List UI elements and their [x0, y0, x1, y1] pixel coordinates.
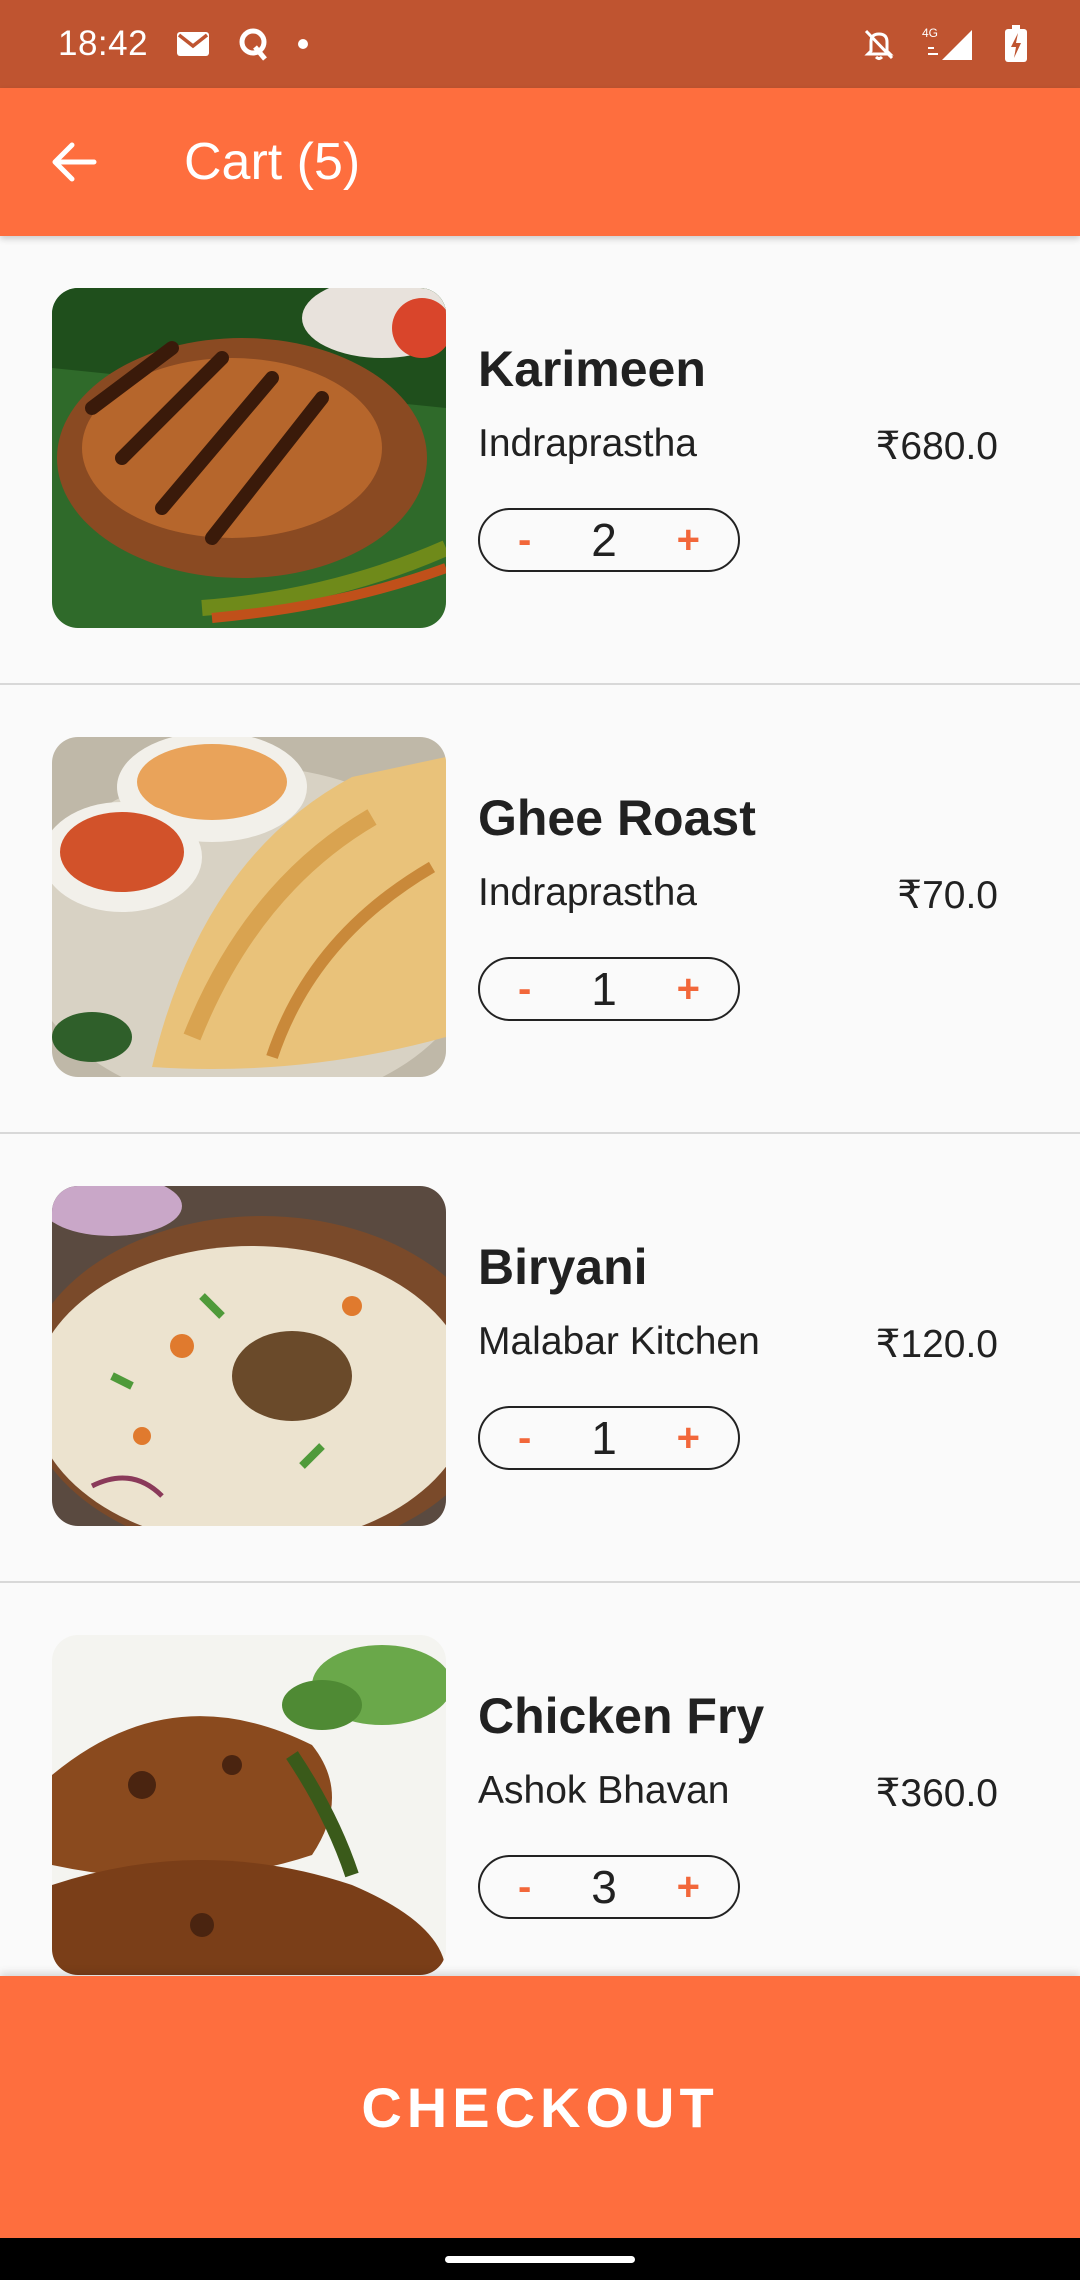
chicken-fry-image — [52, 1635, 446, 1975]
biryani-image — [52, 1186, 446, 1526]
gmail-icon — [176, 31, 210, 57]
cart-item[interactable]: Karimeen Indraprastha ₹680.0 - 2 + — [0, 236, 1080, 685]
dosa-image — [52, 737, 446, 1077]
item-price: ₹360.0 — [875, 1772, 998, 1815]
quantity-value: 3 — [591, 1861, 617, 1913]
item-name: Chicken Fry — [478, 1688, 765, 1744]
item-restaurant: Malabar Kitchen — [478, 1320, 760, 1363]
increase-quantity-button[interactable]: + — [677, 1867, 700, 1907]
item-restaurant: Indraprastha — [478, 422, 697, 465]
app-bar: Cart (5) — [0, 88, 1080, 236]
system-nav-bar — [0, 2238, 1080, 2280]
bell-off-icon — [862, 27, 896, 61]
quantity-stepper: - 1 + — [478, 1406, 740, 1470]
cart-item[interactable]: Ghee Roast Indraprastha ₹70.0 - 1 + — [0, 685, 1080, 1134]
home-gesture-handle[interactable] — [445, 2256, 635, 2263]
back-button[interactable] — [36, 124, 112, 200]
quantity-stepper: - 1 + — [478, 957, 740, 1021]
fried-fish-image — [52, 288, 446, 628]
item-price: ₹70.0 — [897, 874, 998, 917]
item-restaurant: Indraprastha — [478, 871, 697, 914]
quantity-value: 1 — [591, 1412, 617, 1464]
quantity-value: 2 — [591, 514, 617, 566]
decrease-quantity-button[interactable]: - — [518, 969, 531, 1009]
item-price: ₹120.0 — [875, 1323, 998, 1366]
quora-icon — [238, 27, 270, 61]
quantity-stepper: - 2 + — [478, 508, 740, 572]
increase-quantity-button[interactable]: + — [677, 520, 700, 560]
notification-dot — [298, 39, 309, 49]
battery-charging-icon — [1004, 25, 1028, 63]
status-time: 18:42 — [58, 24, 149, 63]
cart-item[interactable]: Chicken Fry Ashok Bhavan ₹360.0 - 3 + — [0, 1583, 1080, 1976]
item-price: ₹680.0 — [875, 425, 998, 468]
item-name: Karimeen — [478, 341, 706, 397]
item-restaurant: Ashok Bhavan — [478, 1769, 730, 1812]
arrow-back-icon — [52, 142, 97, 182]
quantity-value: 1 — [591, 963, 617, 1015]
cart-item[interactable]: Biryani Malabar Kitchen ₹120.0 - 1 + — [0, 1134, 1080, 1583]
decrease-quantity-button[interactable]: - — [518, 1867, 531, 1907]
svg-text:4G: 4G — [922, 26, 938, 40]
item-name: Biryani — [478, 1239, 648, 1295]
increase-quantity-button[interactable]: + — [677, 1418, 700, 1458]
increase-quantity-button[interactable]: + — [677, 969, 700, 1009]
quantity-stepper: - 3 + — [478, 1855, 740, 1919]
item-name: Ghee Roast — [478, 790, 756, 846]
status-bar: 18:42 4G — [0, 0, 1080, 88]
page-title: Cart (5) — [184, 133, 361, 191]
checkout-button[interactable]: CHECKOUT — [0, 1976, 1080, 2238]
decrease-quantity-button[interactable]: - — [518, 520, 531, 560]
cart-list[interactable]: Karimeen Indraprastha ₹680.0 - 2 + Ghee … — [0, 236, 1080, 1976]
decrease-quantity-button[interactable]: - — [518, 1418, 531, 1458]
4g-signal-icon: 4G — [922, 26, 978, 62]
